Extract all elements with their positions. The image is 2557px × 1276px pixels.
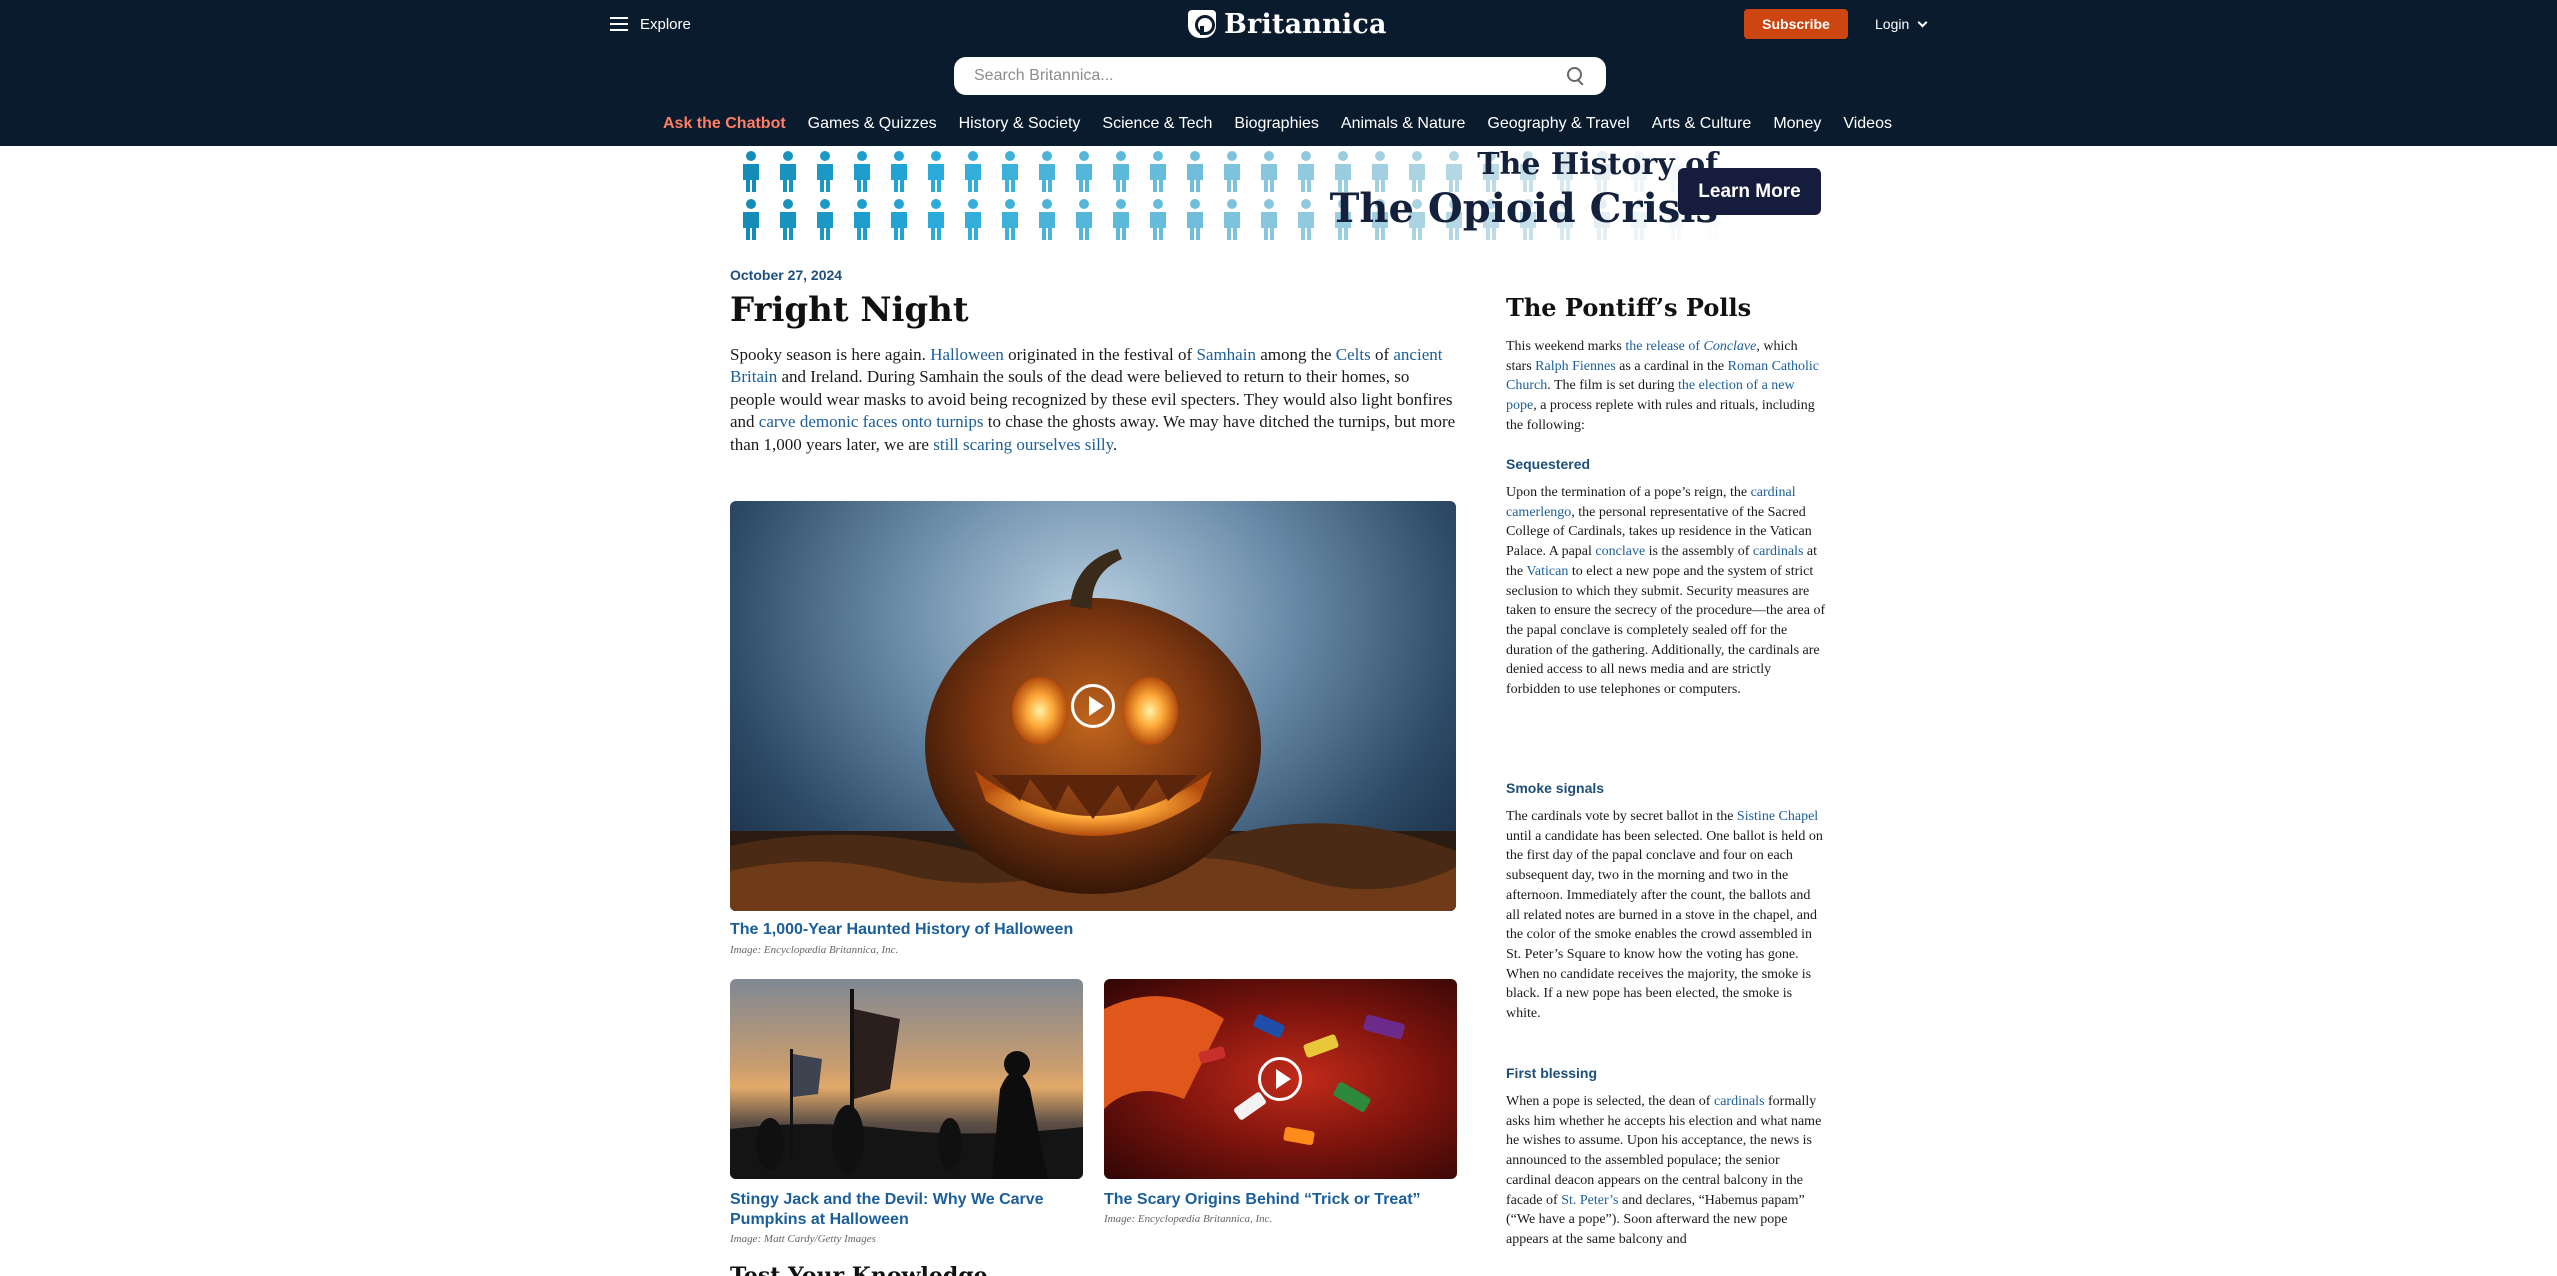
inline-link[interactable]: Ralph Fiennes — [1535, 359, 1616, 374]
person-icon — [891, 199, 907, 240]
image-caption-stingy-jack[interactable]: Stingy Jack and the Devil: Why We Carve … — [730, 1190, 1083, 1230]
logo-text: Britannica — [1224, 8, 1387, 40]
explore-label: Explore — [640, 15, 691, 33]
sidebar-section-heading: First blessing — [1506, 1065, 1598, 1081]
sidebar-section-heading: Smoke signals — [1506, 780, 1605, 796]
nav-item-games-quizzes[interactable]: Games & Quizzes — [808, 115, 937, 133]
person-icon — [928, 199, 944, 240]
person-icon — [1187, 151, 1203, 192]
sidebar-intro: This weekend marks the release of Concla… — [1506, 339, 1820, 433]
person-icon — [1039, 151, 1055, 192]
search-bar — [954, 57, 1606, 95]
nav-item-biographies[interactable]: Biographies — [1234, 115, 1319, 133]
login-label: Login — [1875, 16, 1910, 32]
person-icon — [743, 199, 759, 240]
sidebar-section-body: The cardinals vote by secret ballot in t… — [1506, 809, 1823, 1022]
inline-link[interactable]: Celts — [1336, 345, 1371, 364]
article-title: Fright Night — [730, 290, 969, 330]
person-icon — [1002, 199, 1018, 240]
inline-link[interactable]: cardinals — [1753, 544, 1804, 559]
nav-item-money[interactable]: Money — [1773, 115, 1821, 133]
search-input[interactable] — [974, 67, 1566, 85]
person-icon — [965, 199, 981, 240]
inline-link[interactable]: Sistine Chapel — [1737, 809, 1818, 824]
play-icon[interactable] — [1258, 1057, 1302, 1101]
menu-icon — [610, 17, 628, 31]
nav-item-history-society[interactable]: History & Society — [959, 115, 1081, 133]
inline-link[interactable]: Vatican — [1526, 564, 1568, 579]
video-thumbnail-halloween-history[interactable] — [730, 501, 1456, 911]
explore-menu-button[interactable]: Explore — [610, 12, 691, 36]
site-header: Explore Britannica Subscribe Login Ask t… — [0, 0, 2557, 146]
person-icon — [1224, 199, 1240, 240]
inline-link[interactable]: Conclave — [1703, 339, 1756, 354]
person-icon — [965, 151, 981, 192]
image-credit: Image: Encyclopædia Britannica, Inc. — [1104, 1213, 1273, 1225]
person-icon — [780, 151, 796, 192]
nav-item-geography-travel[interactable]: Geography & Travel — [1487, 115, 1629, 133]
site-logo[interactable]: Britannica — [1188, 8, 1387, 40]
search-icon[interactable] — [1566, 66, 1586, 86]
person-icon — [1039, 199, 1055, 240]
person-icon — [1150, 151, 1166, 192]
sidebar-title: The Pontiff’s Polls — [1506, 293, 1752, 322]
person-icon — [1150, 199, 1166, 240]
nav-item-arts-culture[interactable]: Arts & Culture — [1652, 115, 1752, 133]
inline-link[interactable]: still scaring ourselves silly — [933, 435, 1113, 454]
nav-item-videos[interactable]: Videos — [1843, 115, 1892, 133]
inline-link[interactable]: the release of — [1625, 339, 1703, 354]
image-credit: Image: Encyclopædia Britannica, Inc. — [730, 944, 899, 956]
ad-title-line1: The History of — [1477, 147, 1718, 182]
subscribe-button[interactable]: Subscribe — [1744, 9, 1848, 39]
sidebar-section-body: Upon the termination of a pope’s reign, … — [1506, 485, 1826, 698]
person-icon — [1076, 199, 1092, 240]
article-intro: Spooky season is here again. Halloween o… — [730, 345, 1456, 454]
person-icon — [1224, 151, 1240, 192]
britannica-thistle-icon — [1188, 10, 1216, 38]
learn-more-button[interactable]: Learn More — [1678, 168, 1821, 215]
inline-link[interactable]: Halloween — [930, 345, 1004, 364]
inline-link[interactable]: cardinals — [1714, 1094, 1765, 1109]
video-caption-trick-or-treat[interactable]: The Scary Origins Behind “Trick or Treat… — [1104, 1190, 1457, 1210]
main-nav: Ask the Chatbot Games & Quizzes History … — [663, 115, 1892, 133]
video-caption-halloween-history[interactable]: The 1,000-Year Haunted History of Hallow… — [730, 920, 1456, 940]
nav-item-ask-the-chatbot[interactable]: Ask the Chatbot — [663, 115, 786, 133]
person-icon — [1113, 151, 1129, 192]
druid-silhouettes-image — [730, 989, 1083, 1179]
image-credit: Image: Matt Cardy/Getty Images — [730, 1233, 876, 1245]
image-stingy-jack[interactable] — [730, 979, 1083, 1179]
ad-title-line2: The Opioid Crisis — [1329, 185, 1718, 232]
play-icon[interactable] — [1071, 684, 1115, 728]
sidebar-section-heading: Sequestered — [1506, 456, 1591, 472]
ad-banner[interactable]: The History of The Opioid Crisis Learn M… — [730, 147, 1827, 247]
inline-link[interactable]: St. Peter’s — [1561, 1193, 1618, 1208]
article-date: October 27, 2024 — [730, 267, 843, 283]
inline-link[interactable]: conclave — [1595, 544, 1645, 559]
nav-item-animals-nature[interactable]: Animals & Nature — [1341, 115, 1466, 133]
section-heading-test-your-knowledge: Test Your Knowledge — [730, 1263, 988, 1276]
person-icon — [780, 199, 796, 240]
person-icon — [1187, 199, 1203, 240]
inline-link[interactable]: cardinal camerlengo — [1506, 485, 1796, 520]
login-button[interactable]: Login — [1875, 12, 1928, 36]
person-icon — [891, 151, 907, 192]
person-icon — [1002, 151, 1018, 192]
chevron-down-icon — [1917, 17, 1928, 27]
inline-link[interactable]: carve demonic faces onto turnips — [759, 412, 984, 431]
person-icon — [743, 151, 759, 192]
person-icon — [817, 151, 833, 192]
sidebar-section-body: When a pope is selected, the dean of car… — [1506, 1094, 1822, 1247]
person-icon — [1261, 199, 1277, 240]
nav-item-science-tech[interactable]: Science & Tech — [1102, 115, 1212, 133]
person-icon — [854, 151, 870, 192]
person-icon — [854, 199, 870, 240]
person-icon — [1261, 151, 1277, 192]
inline-link[interactable]: Samhain — [1196, 345, 1256, 364]
inline-link[interactable]: the election of a new pope — [1506, 378, 1795, 413]
video-thumbnail-trick-or-treat[interactable] — [1104, 979, 1457, 1179]
person-icon — [928, 151, 944, 192]
person-icon — [1113, 199, 1129, 240]
person-icon — [1076, 151, 1092, 192]
person-icon — [817, 199, 833, 240]
